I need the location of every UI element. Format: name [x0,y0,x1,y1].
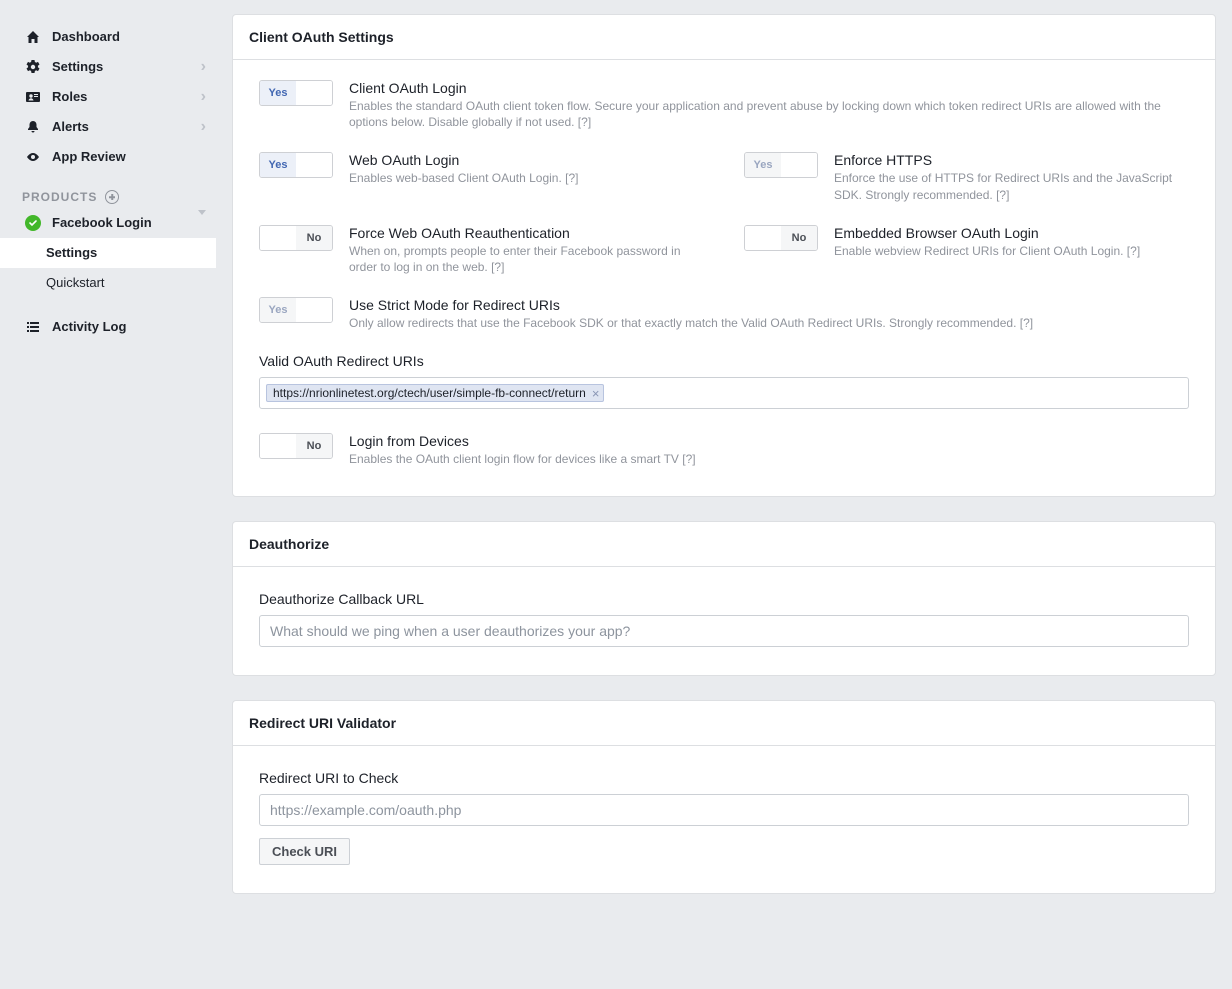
bell-icon [24,119,42,135]
setting-desc: When on, prompts people to enter their F… [349,243,704,275]
panel-oauth-settings: Client OAuth Settings Yes Client OAuth L… [232,14,1216,497]
sidebar-item-dashboard[interactable]: Dashboard [0,22,216,52]
setting-desc: Only allow redirects that use the Facebo… [349,315,1189,331]
redirect-uri-token-text: https://nrionlinetest.org/ctech/user/sim… [273,386,586,400]
list-icon [24,319,42,335]
check-uri-button[interactable]: Check URI [259,838,350,865]
setting-title: Enforce HTTPS [834,152,1189,168]
setting-desc: Enables the OAuth client login flow for … [349,451,1189,467]
toggle-enforce-https[interactable]: Yes [744,152,818,178]
deauth-field-label: Deauthorize Callback URL [259,591,1189,607]
sidebar-item-label: Roles [52,88,201,106]
panel-deauthorize: Deauthorize Deauthorize Callback URL [232,521,1216,676]
validator-input[interactable] [259,794,1189,826]
toggle-yes-label: Yes [260,298,296,322]
setting-title: Embedded Browser OAuth Login [834,225,1189,241]
sidebar-product-facebook-login[interactable]: Facebook Login [0,208,216,238]
sidebar-item-settings[interactable]: Settings › [0,52,216,82]
toggle-no-label: No [296,434,332,458]
panel-title: Client OAuth Settings [233,15,1215,60]
toggle-no-label: No [781,226,817,250]
toggle-login-devices[interactable]: No [259,433,333,459]
sidebar-item-activity-log[interactable]: Activity Log [0,312,216,342]
gear-icon [24,59,42,75]
setting-desc: Enables web-based Client OAuth Login. [?… [349,170,704,186]
close-icon[interactable]: × [592,387,600,400]
chevron-right-icon: › [201,89,206,105]
sidebar-item-label: Activity Log [52,318,206,336]
panel-redirect-validator: Redirect URI Validator Redirect URI to C… [232,700,1216,894]
setting-desc: Enables the standard OAuth client token … [349,98,1189,130]
sidebar-product-sub-quickstart[interactable]: Quickstart [0,268,216,298]
sidebar-product-sub-settings[interactable]: Settings [0,238,216,268]
panel-title: Redirect URI Validator [233,701,1215,746]
check-circle-icon [24,215,42,231]
toggle-client-oauth-login[interactable]: Yes [259,80,333,106]
products-header-label: PRODUCTS [22,190,97,204]
sidebar-item-alerts[interactable]: Alerts › [0,112,216,142]
sidebar-item-app-review[interactable]: App Review [0,142,216,172]
setting-title: Login from Devices [349,433,1189,449]
toggle-strict-mode[interactable]: Yes [259,297,333,323]
redirect-uri-token[interactable]: https://nrionlinetest.org/ctech/user/sim… [266,384,604,402]
sidebar-product-label: Facebook Login [52,214,198,232]
sidebar-item-label: Alerts [52,118,201,136]
toggle-embedded-browser[interactable]: No [744,225,818,251]
setting-title: Force Web OAuth Reauthentication [349,225,704,241]
chevron-right-icon: › [201,59,206,75]
triangle-down-icon [198,214,206,232]
sidebar: Dashboard Settings › Roles › Alerts › [0,0,216,958]
validator-field-label: Redirect URI to Check [259,770,1189,786]
toggle-yes-label: Yes [260,81,296,105]
setting-desc: Enforce the use of HTTPS for Redirect UR… [834,170,1189,202]
chevron-right-icon: › [201,119,206,135]
setting-title: Use Strict Mode for Redirect URIs [349,297,1189,313]
setting-desc: Enable webview Redirect URIs for Client … [834,243,1189,259]
sidebar-item-label: Dashboard [52,28,206,46]
eye-icon [24,149,42,165]
sidebar-item-label: Settings [52,58,201,76]
products-header: PRODUCTS [0,172,216,208]
deauth-callback-input[interactable] [259,615,1189,647]
toggle-yes-label: Yes [260,153,296,177]
redirect-uris-input[interactable]: https://nrionlinetest.org/ctech/user/sim… [259,377,1189,409]
sidebar-item-roles[interactable]: Roles › [0,82,216,112]
add-product-icon[interactable] [105,190,119,204]
toggle-web-oauth-login[interactable]: Yes [259,152,333,178]
redirect-uris-label: Valid OAuth Redirect URIs [259,353,1189,369]
toggle-no-label: No [296,226,332,250]
home-icon [24,29,42,45]
sidebar-item-label: App Review [52,148,206,166]
roles-icon [24,89,42,105]
panel-title: Deauthorize [233,522,1215,567]
toggle-force-reauth[interactable]: No [259,225,333,251]
setting-title: Web OAuth Login [349,152,704,168]
toggle-yes-label: Yes [745,153,781,177]
setting-title: Client OAuth Login [349,80,1189,96]
